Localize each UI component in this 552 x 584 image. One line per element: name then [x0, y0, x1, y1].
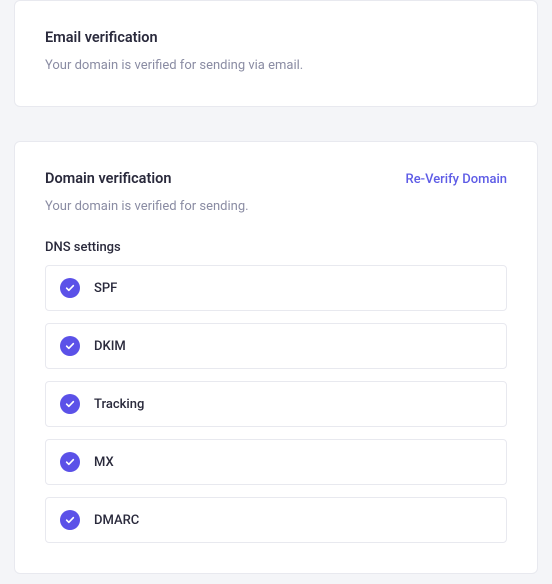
dns-record-name: MX — [94, 455, 114, 470]
check-icon — [60, 278, 80, 298]
domain-verification-card: Domain verification Your domain is verif… — [14, 141, 538, 575]
dns-row-spf[interactable]: SPF — [45, 265, 507, 311]
domain-verification-header: Domain verification Your domain is verif… — [45, 170, 507, 217]
dns-record-name: DMARC — [94, 513, 139, 528]
dns-row-dmarc[interactable]: DMARC — [45, 497, 507, 543]
check-icon — [60, 336, 80, 356]
check-icon — [60, 394, 80, 414]
email-verification-subtitle: Your domain is verified for sending via … — [45, 56, 507, 76]
dns-row-mx[interactable]: MX — [45, 439, 507, 485]
dns-row-dkim[interactable]: DKIM — [45, 323, 507, 369]
email-verification-title: Email verification — [45, 29, 507, 46]
dns-record-name: DKIM — [94, 339, 126, 354]
dns-row-tracking[interactable]: Tracking — [45, 381, 507, 427]
check-icon — [60, 452, 80, 472]
dns-settings-label: DNS settings — [45, 240, 507, 255]
reverify-domain-link[interactable]: Re-Verify Domain — [406, 172, 507, 187]
domain-verification-subtitle: Your domain is verified for sending. — [45, 197, 249, 217]
email-verification-card: Email verification Your domain is verifi… — [14, 0, 538, 107]
dns-record-name: Tracking — [94, 397, 144, 412]
check-icon — [60, 510, 80, 530]
domain-verification-title: Domain verification — [45, 170, 249, 187]
dns-record-name: SPF — [94, 281, 117, 296]
dns-settings-list: SPF DKIM Tracking MX — [45, 265, 507, 543]
